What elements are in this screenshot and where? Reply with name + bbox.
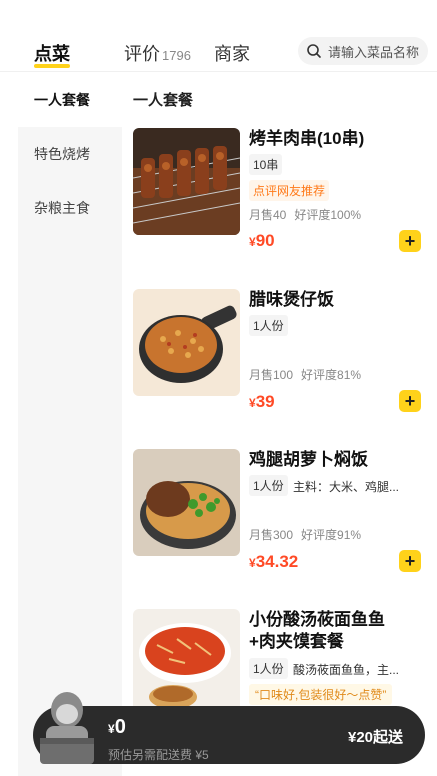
tab-merchant[interactable]: 商家: [214, 40, 250, 66]
price-value: 90: [255, 231, 275, 250]
dish-item[interactable]: 烤羊肉串(10串) 10串 点评网友推荐 月售40 好评度100% ¥90 +: [133, 128, 433, 278]
dish-stats: 月售100 好评度81%: [249, 366, 361, 383]
dish-name: 烤羊肉串(10串): [249, 129, 365, 148]
promo-badge: 点评网友推荐: [249, 180, 330, 201]
currency-symbol: ¥: [249, 396, 256, 410]
cart-total-value: 0: [114, 716, 126, 738]
sour-soup-noodles-image: [133, 609, 240, 716]
cart-total: ¥0: [108, 716, 126, 739]
sidebar-item-staple[interactable]: 杂粮主食: [18, 181, 122, 235]
dish-stats: 月售300 好评度91%: [249, 526, 361, 543]
rating: 好评度81%: [301, 368, 362, 382]
monthly-sales: 月售40: [249, 208, 287, 222]
search-box[interactable]: 请输入菜品名称: [298, 37, 428, 65]
tab-reviews-label: 评价: [124, 44, 160, 64]
tab-reviews[interactable]: 评价 1796: [124, 40, 191, 66]
sidebar-item-bbq[interactable]: 特色烧烤: [18, 127, 122, 181]
tab-order-label: 点菜: [34, 44, 70, 64]
dish-stats: 月售40 好评度100%: [249, 206, 361, 223]
review-quote: “口味好,包装很好～点赞”: [249, 684, 393, 705]
lamb-skewers-image: [133, 128, 240, 235]
dish-name: 小份酸汤莜面鱼鱼 +肉夹馍套餐: [249, 609, 385, 653]
price-value: 34.32: [255, 552, 299, 571]
sidebar-item-label: 一人套餐: [34, 92, 90, 108]
dish-name-line2: +肉夹馍套餐: [249, 632, 344, 651]
top-tab-bar: 点菜 评价 1796 商家 请输入菜品名称: [0, 0, 437, 72]
claypot-rice-image: [133, 289, 240, 396]
dish-price: ¥39: [249, 392, 275, 412]
rating: 好评度100%: [294, 208, 362, 222]
dish-price: ¥90: [249, 231, 275, 251]
price-value: 39: [255, 392, 275, 411]
add-to-cart-button[interactable]: +: [399, 230, 421, 252]
search-icon: [307, 44, 321, 58]
currency-symbol: ¥: [249, 556, 256, 570]
monthly-sales: 月售100: [249, 368, 294, 382]
sidebar-item-single-set[interactable]: 一人套餐: [18, 73, 122, 127]
currency-symbol: ¥: [249, 235, 256, 249]
search-placeholder: 请输入菜品名称: [328, 44, 420, 60]
dish-price: ¥34.32: [249, 552, 298, 572]
dish-description: 主料：大米、鸡腿...: [293, 480, 400, 494]
category-sidebar: 一人套餐 特色烧烤 杂粮主食: [18, 73, 122, 776]
chicken-rice-image: [133, 449, 240, 556]
add-to-cart-button[interactable]: +: [399, 550, 421, 572]
active-tab-indicator: [34, 64, 70, 68]
dish-tag: 1人份: [249, 475, 288, 496]
dish-description: 酸汤莜面鱼鱼，主...: [293, 663, 400, 677]
min-order-button[interactable]: ¥20起送: [348, 726, 403, 747]
dish-tag: 1人份: [249, 658, 288, 679]
sidebar-item-label: 特色烧烤: [34, 146, 90, 162]
section-title: 一人套餐: [133, 92, 194, 109]
monthly-sales: 月售300: [249, 528, 294, 542]
dish-name-line1: 小份酸汤莜面鱼鱼: [249, 610, 385, 629]
dish-tag: 10串: [249, 154, 283, 175]
dish-name: 腊味煲仔饭: [249, 290, 334, 309]
sidebar-item-label: 杂粮主食: [34, 200, 90, 216]
dish-tag: 1人份: [249, 315, 288, 336]
reviews-count: 1796: [162, 48, 191, 63]
tab-merchant-label: 商家: [214, 44, 250, 64]
dish-item[interactable]: 鸡腿胡萝卜焖饭 1人份 主料：大米、鸡腿... 月售300 好评度91% ¥34.…: [133, 449, 433, 599]
currency-symbol: ¥: [108, 722, 115, 736]
dish-item[interactable]: 腊味煲仔饭 1人份 月售100 好评度81% ¥39 +: [133, 289, 433, 439]
cart-mascot-icon[interactable]: [32, 688, 102, 768]
delivery-fee-note: 预估另需配送费 ¥5: [108, 748, 209, 762]
dish-name: 鸡腿胡萝卜焖饭: [249, 450, 368, 469]
rating: 好评度91%: [301, 528, 362, 542]
add-to-cart-button[interactable]: +: [399, 390, 421, 412]
tab-order[interactable]: 点菜: [34, 40, 70, 66]
